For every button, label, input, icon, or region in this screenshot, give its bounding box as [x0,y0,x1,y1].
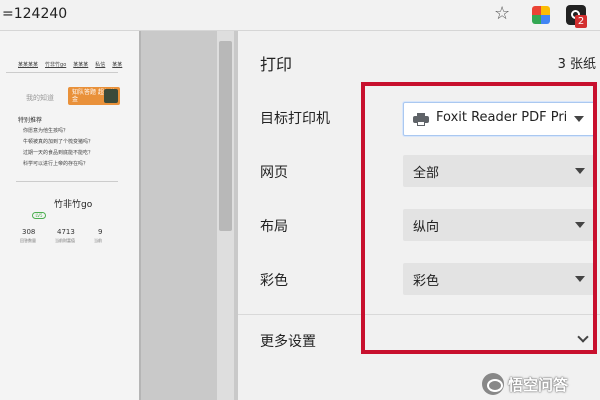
pages-value: 全部 [413,166,440,181]
preview-username: 竹非竹go [54,200,93,210]
preview-page: 某某某某 竹非竹go 某某某 私信 某某 我的知道 知队答题 超级奖金 特别推荐… [0,31,141,400]
star-icon[interactable]: ☆ [494,4,510,24]
preview-nav-link: 竹非竹go [45,62,67,68]
printer-icon [413,113,429,126]
browser-toolbar: =124240 ☆ 2 [0,0,600,31]
destination-value: Foxit Reader PDF Printer [436,110,566,125]
preview-question: 过期一天的食品到底能不能吃？ [23,150,94,156]
color-label: 彩色 [260,273,288,289]
color-select[interactable]: 彩色 [403,263,596,295]
preview-stat-number: 9 [98,228,103,236]
preview-divider [16,181,118,182]
print-preview: 某某某某 竹非竹go 某某某 私信 某某 我的知道 知队答题 超级奖金 特别推荐… [0,31,238,400]
watermark: 悟空问答 [482,371,568,397]
pages-label: 网页 [260,165,288,181]
preview-nav-link: 某某 [112,62,123,68]
color-value: 彩色 [413,274,440,289]
layout-label: 布局 [260,219,288,235]
preview-question: 科学可以进行上帝的存在吗？ [23,161,89,167]
preview-question: 牛顿被真的加到了个梳变猪吗？ [23,139,94,145]
preview-known-label: 我的知道 [26,94,54,102]
dropdown-arrow-icon [575,168,585,174]
dropdown-arrow-icon [575,222,585,228]
preview-nav: 某某某某 竹非竹go 某某某 私信 某某 [18,61,122,68]
layout-value: 纵向 [413,220,440,235]
page-title: 打印 [260,55,293,74]
preview-level-badge: LV5 [32,212,46,219]
section-divider [238,314,600,315]
preview-nav-link: 某某某 [73,62,89,68]
preview-stat-label: 当前 [94,238,102,243]
chevron-down-icon[interactable] [577,331,589,343]
preview-stat-label: 当前财富值 [55,238,75,243]
extension-badge: 2 [575,15,587,28]
destination-label: 目标打印机 [260,111,330,127]
print-settings-panel: 打印 3 张纸 目标打印机 Foxit Reader PDF Printer 网… [238,31,600,400]
preview-scrollbar-thumb[interactable] [219,41,232,231]
preview-stat-number: 4713 [57,228,75,236]
preview-recommend-title: 特别推荐 [18,117,43,124]
layout-select[interactable]: 纵向 [403,209,596,241]
pages-select[interactable]: 全部 [403,155,596,187]
dropdown-arrow-icon [575,276,585,282]
colorful-extension-icon[interactable] [532,6,550,24]
preview-ad-banner: 知队答题 超级奖金 [68,87,120,105]
preview-nav-link: 某某某某 [18,62,39,68]
url-text[interactable]: =124240 [2,6,67,22]
more-settings-toggle[interactable]: 更多设置 [260,331,316,351]
preview-ad-image [104,89,118,103]
preview-nav-link: 私信 [95,62,106,68]
preview-stat-label: 回答数量 [20,238,36,243]
watermark-logo-icon [482,373,504,395]
dropdown-arrow-icon [574,116,584,122]
sheet-count: 3 张纸 [557,57,596,72]
preview-question: 你愿意为他生孩吗？ [23,128,69,134]
preview-stat-number: 308 [22,228,36,236]
destination-select[interactable]: Foxit Reader PDF Printer [403,102,596,136]
preview-divider [6,72,118,73]
watermark-text: 悟空问答 [508,375,569,394]
